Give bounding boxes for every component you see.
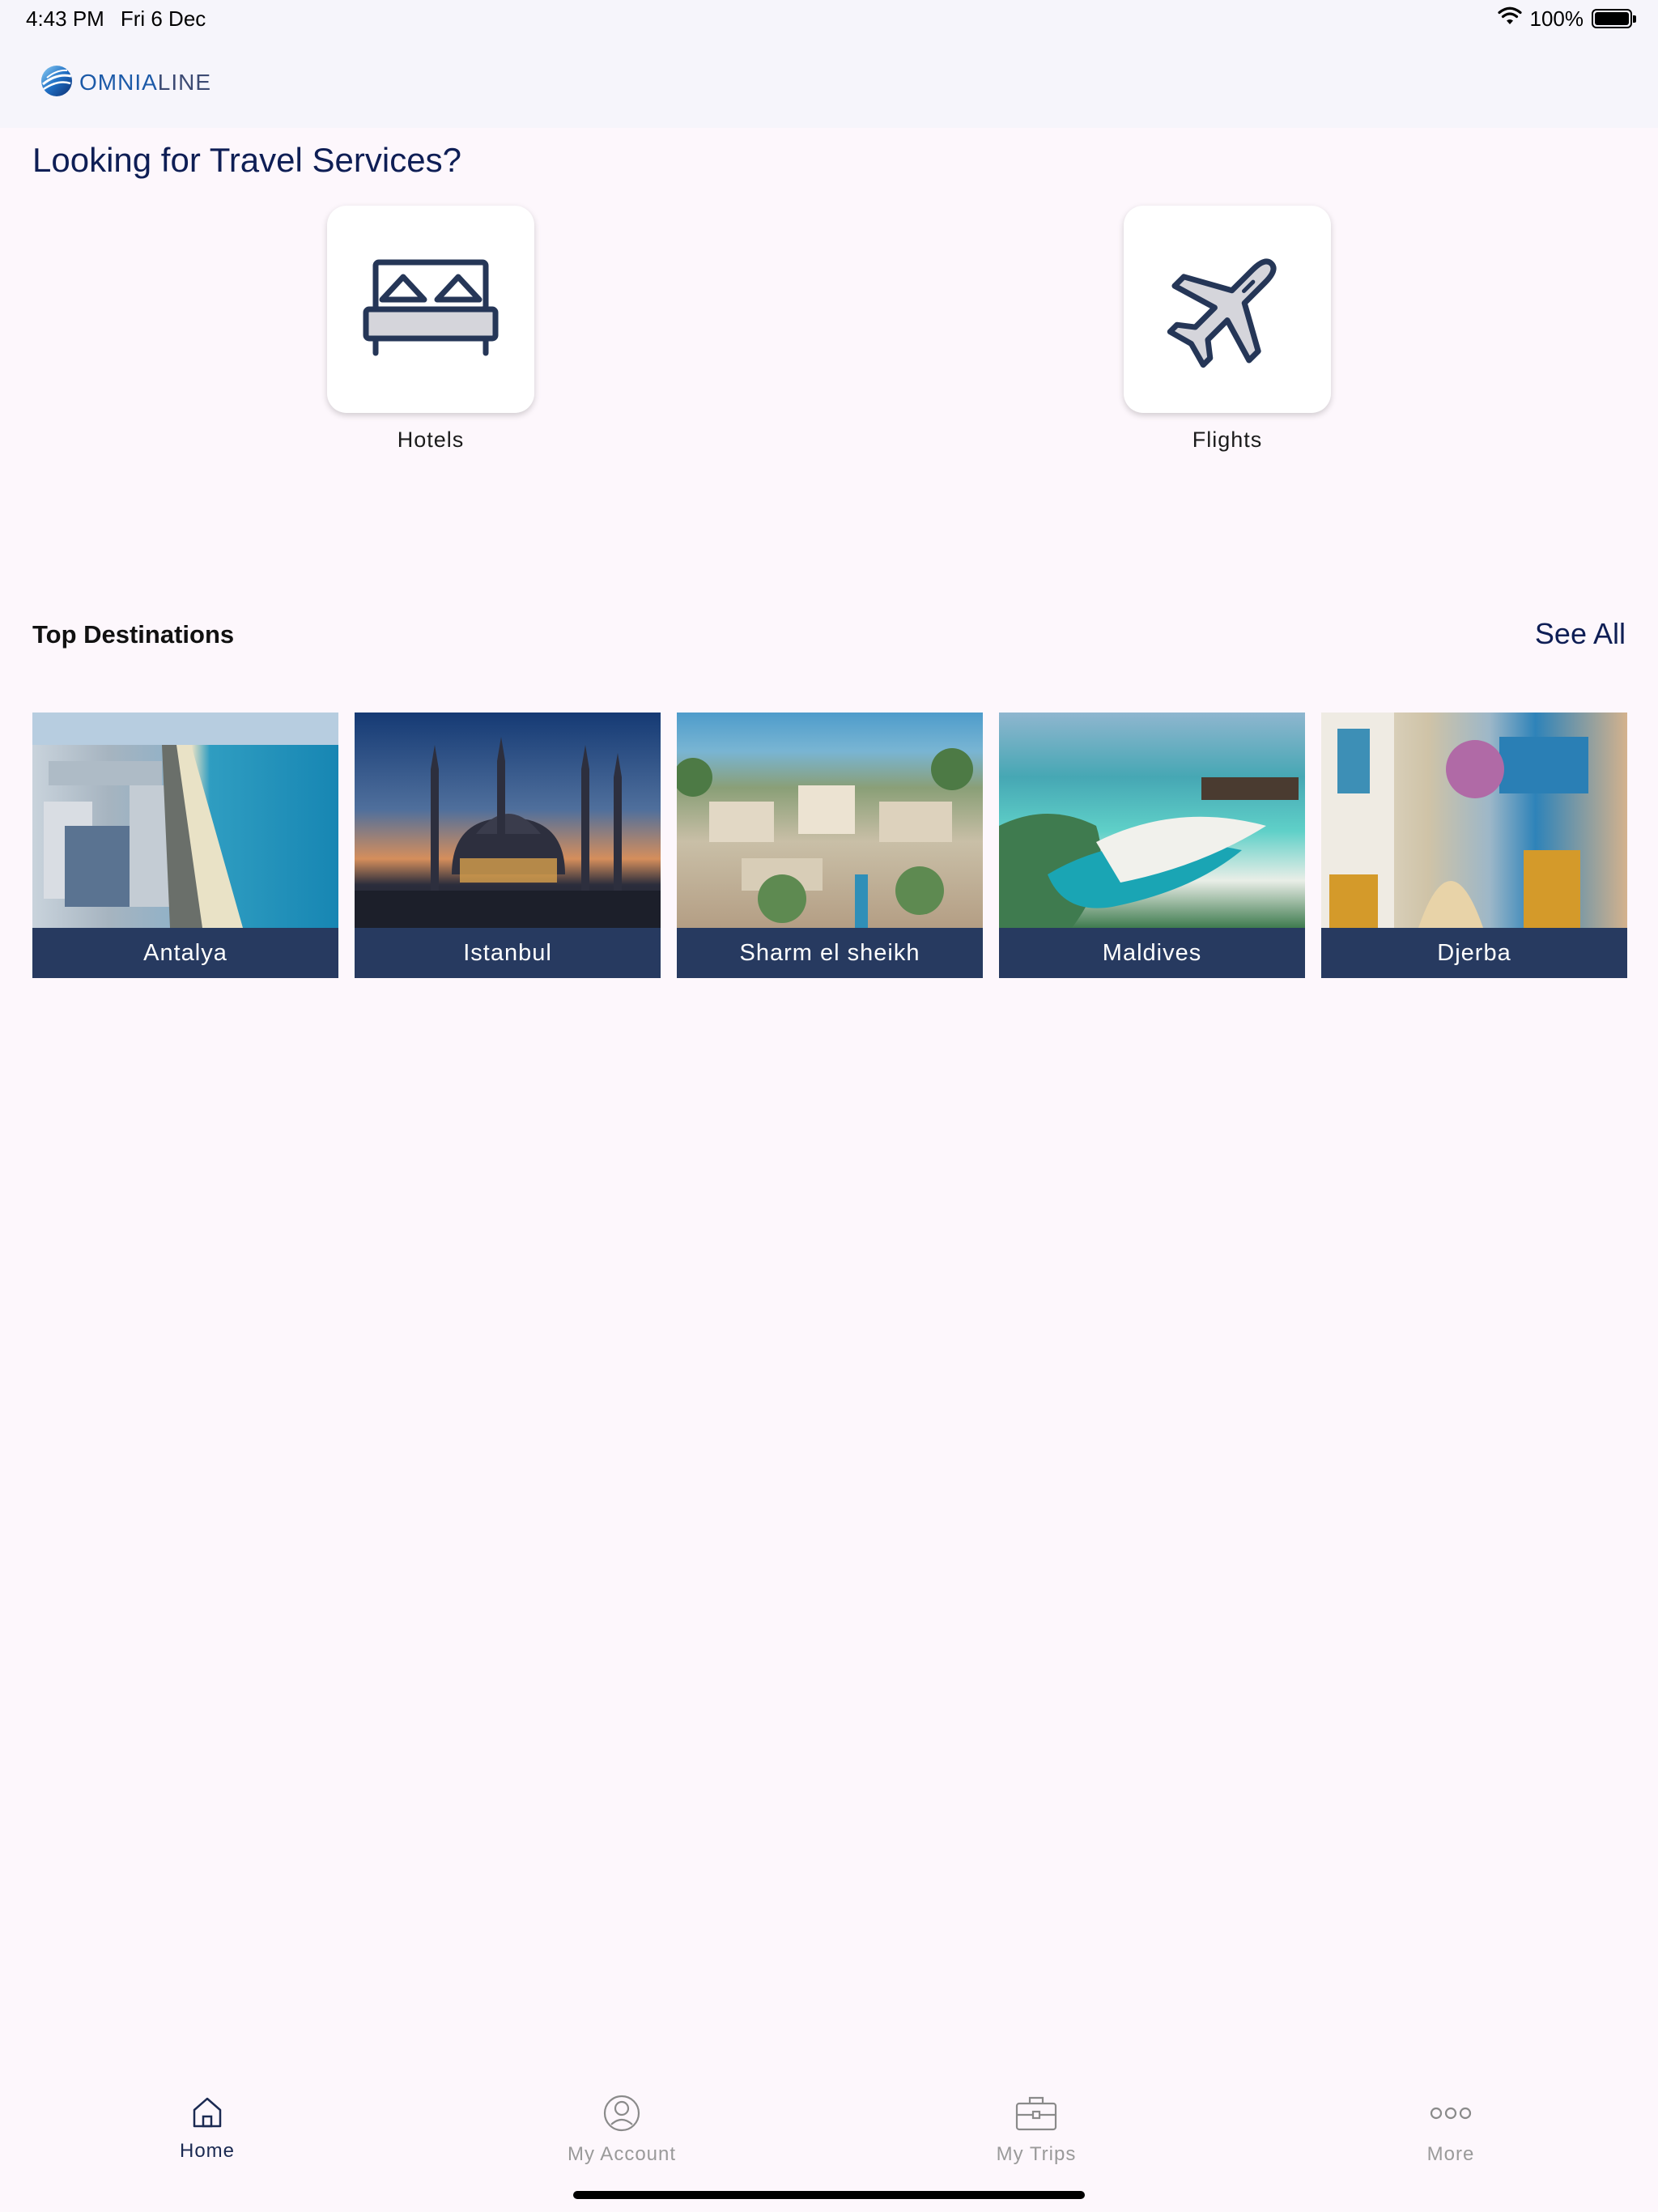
account-icon (602, 2094, 641, 2137)
home-indicator (573, 2191, 1085, 2199)
logo-text-omnia: OMNIA (79, 70, 158, 95)
destinations-list: Antalya Istanbul Sharm el sheikh Maldive… (32, 713, 1627, 978)
omnialine-logo: OMNIALINE (39, 63, 211, 103)
briefcase-icon (1014, 2094, 1058, 2137)
destination-card-maldives[interactable]: Maldives (999, 713, 1305, 978)
destination-photo (677, 713, 983, 928)
destination-label: Istanbul (355, 928, 661, 978)
airplane-icon (1158, 239, 1296, 381)
top-destinations-title: Top Destinations (32, 620, 235, 649)
destination-photo (999, 713, 1305, 928)
destination-card-djerba[interactable]: Djerba (1321, 713, 1627, 978)
destination-card-sharm-el-sheikh[interactable]: Sharm el sheikh (677, 713, 983, 978)
destination-card-antalya[interactable]: Antalya (32, 713, 338, 978)
destination-label: Sharm el sheikh (677, 928, 983, 978)
globe-logo-icon (39, 63, 74, 103)
battery-percent: 100% (1529, 6, 1584, 31)
tab-home[interactable]: Home (0, 2074, 414, 2212)
bed-icon (358, 251, 504, 368)
destination-label: Maldives (999, 928, 1305, 978)
tab-more[interactable]: More (1244, 2074, 1658, 2212)
hotels-tile[interactable] (327, 206, 534, 413)
app-header: OMNIALINE (0, 37, 1658, 128)
hotels-service[interactable]: Hotels (327, 206, 534, 453)
battery-icon (1592, 9, 1636, 28)
destination-label: Antalya (32, 928, 338, 978)
wifi-icon (1497, 6, 1522, 32)
destination-photo (1321, 713, 1627, 928)
status-time: 4:43 PM (26, 6, 104, 31)
see-all-button[interactable]: See All (1535, 617, 1626, 651)
app-screen: 4:43 PM Fri 6 Dec 100% OMNIALINE Looking… (0, 0, 1658, 2212)
tab-label: My Trips (996, 2143, 1077, 2165)
hotels-label: Hotels (397, 428, 465, 452)
flights-label: Flights (1192, 428, 1263, 452)
flights-tile[interactable] (1124, 206, 1331, 413)
destination-photo (355, 713, 661, 928)
tab-bar: Home My Account My Trips More (0, 2074, 1658, 2212)
destination-photo (32, 713, 338, 928)
destination-label: Djerba (1321, 928, 1627, 978)
tab-label: My Account (567, 2143, 677, 2165)
status-bar: 4:43 PM Fri 6 Dec 100% (0, 0, 1658, 37)
logo-text-line: LINE (157, 70, 212, 95)
home-icon (189, 2094, 225, 2133)
destination-card-istanbul[interactable]: Istanbul (355, 713, 661, 978)
more-icon (1428, 2094, 1473, 2137)
tab-label: More (1426, 2143, 1475, 2165)
tab-label: Home (179, 2140, 236, 2162)
status-date: Fri 6 Dec (120, 6, 206, 31)
flights-service[interactable]: Flights (1124, 206, 1331, 453)
services-title: Looking for Travel Services? (32, 141, 461, 179)
